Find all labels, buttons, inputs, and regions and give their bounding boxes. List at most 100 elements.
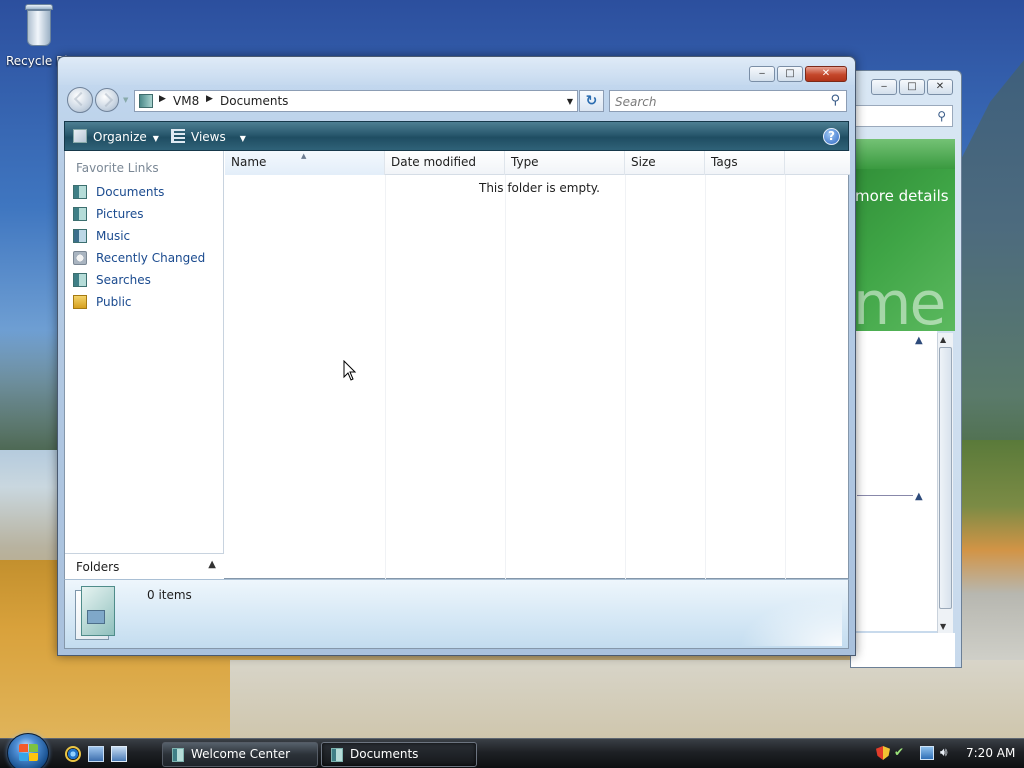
documents-icon <box>331 748 343 762</box>
chevron-down-icon: ▼ <box>239 134 246 143</box>
favorite-link-label: Searches <box>96 273 151 287</box>
breadcrumb-separator-icon[interactable]: ▶ <box>159 94 166 104</box>
searches-icon <box>73 273 87 287</box>
taskbar-button-label: Documents <box>350 747 419 761</box>
favorite-link-label: Public <box>96 295 132 309</box>
column-header-tags[interactable]: Tags <box>705 151 785 175</box>
network-icon[interactable] <box>920 746 934 760</box>
empty-folder-text: This folder is empty. <box>479 181 600 195</box>
favorite-link-pictures[interactable]: Pictures <box>71 203 221 225</box>
welcome-banner: more details me <box>851 139 955 331</box>
welcome-close-button[interactable]: ✕ <box>927 79 953 95</box>
chevron-up-icon[interactable]: ▲ <box>915 491 923 502</box>
welcome-banner-text: me <box>853 269 946 331</box>
search-input[interactable]: Search ⚲ <box>609 90 847 112</box>
taskbar: Welcome Center Documents ✔ 🔊︎ 7:20 AM <box>0 733 1024 768</box>
favorite-links-list: Documents Pictures Music Recently Change… <box>71 181 221 313</box>
favorite-link-searches[interactable]: Searches <box>71 269 221 291</box>
column-divider <box>625 175 626 579</box>
internet-explorer-icon[interactable] <box>65 746 81 762</box>
views-icon <box>171 129 185 143</box>
chevron-up-icon[interactable]: ▲ <box>915 335 923 346</box>
security-shield-icon[interactable] <box>876 746 890 760</box>
search-placeholder: Search <box>615 95 657 109</box>
organize-icon <box>73 129 87 143</box>
column-divider <box>505 175 506 579</box>
favorite-link-documents[interactable]: Documents <box>71 181 221 203</box>
refresh-button[interactable]: ↻ <box>579 90 604 112</box>
clock[interactable]: 7:20 AM <box>966 746 1015 760</box>
notification-area: ✔ 🔊︎ 7:20 AM <box>870 739 1024 768</box>
column-header-type[interactable]: Type <box>505 151 625 175</box>
folders-label: Folders <box>76 560 120 574</box>
wallpaper-water <box>230 660 1024 738</box>
empty-folder-message: This folder is empty. <box>225 181 850 195</box>
column-header-label: Type <box>511 155 539 169</box>
taskbar-button-label: Welcome Center <box>191 747 291 761</box>
organize-label: Organize <box>93 130 147 144</box>
column-header-label: Tags <box>711 155 738 169</box>
details-pane: 0 items <box>64 579 849 649</box>
welcome-title-buttons: ‒ □ ✕ <box>871 79 953 95</box>
switch-windows-icon[interactable] <box>111 746 127 762</box>
documents-folder-icon <box>75 586 119 644</box>
explorer-body: Favorite Links Documents Pictures Music … <box>64 151 850 579</box>
start-button[interactable] <box>7 733 49 768</box>
column-header-label: Name <box>231 155 267 169</box>
maximize-button[interactable]: □ <box>777 66 803 82</box>
details-decoration <box>722 586 842 646</box>
column-header-label: Date modified <box>391 155 477 169</box>
favorite-link-label: Music <box>96 229 131 243</box>
favorite-link-label: Documents <box>96 185 165 199</box>
recent-pages-dropdown-icon[interactable]: ▼ <box>123 96 128 104</box>
recycle-bin-icon <box>21 4 57 48</box>
breadcrumb-vm8[interactable]: VM8 <box>173 94 199 108</box>
search-icon[interactable]: ⚲ <box>830 93 840 108</box>
wallpaper-right-field <box>954 440 1024 660</box>
column-header-label: Size <box>631 155 656 169</box>
recently-changed-icon <box>73 251 87 265</box>
close-button[interactable]: ✕ <box>805 66 847 82</box>
welcome-minimize-button[interactable]: ‒ <box>871 79 897 95</box>
scroll-up-arrow-icon[interactable]: ▲ <box>940 335 946 344</box>
folders-toggle[interactable]: Folders ▲ <box>65 553 224 579</box>
address-bar[interactable]: ▶ VM8 ▶ Documents ▼ <box>134 90 578 112</box>
more-details-link[interactable]: more details <box>855 187 949 205</box>
back-button[interactable] <box>67 87 93 113</box>
chevron-up-icon: ▲ <box>208 559 216 570</box>
volume-icon[interactable]: 🔊︎ <box>940 745 954 759</box>
address-dropdown-icon[interactable]: ▼ <box>567 97 573 106</box>
taskbar-button-welcome-center[interactable]: Welcome Center <box>162 742 318 767</box>
scroll-down-arrow-icon[interactable]: ▼ <box>940 622 946 631</box>
help-icon[interactable]: ? <box>823 128 840 145</box>
welcome-center-window[interactable]: ‒ □ ✕ ⚲ more details me ▲ ▲ ▲ ▼ <box>850 70 962 668</box>
forward-button[interactable] <box>95 88 119 112</box>
column-divider <box>705 175 706 579</box>
favorite-link-music[interactable]: Music <box>71 225 221 247</box>
minimize-button[interactable]: ‒ <box>749 66 775 82</box>
column-header-size[interactable]: Size <box>625 151 705 175</box>
show-desktop-icon[interactable] <box>88 746 104 762</box>
column-header-name[interactable]: ▲ Name <box>225 151 385 175</box>
welcome-vertical-scrollbar[interactable]: ▲ ▼ <box>937 333 953 633</box>
update-check-icon[interactable]: ✔ <box>894 745 908 759</box>
music-icon <box>73 229 87 243</box>
welcome-search-box[interactable]: ⚲ <box>851 105 953 127</box>
favorite-link-recently-changed[interactable]: Recently Changed <box>71 247 221 269</box>
taskbar-button-documents[interactable]: Documents <box>321 742 477 767</box>
public-folder-icon <box>73 295 87 309</box>
views-button[interactable]: Views ▼ <box>171 129 246 144</box>
pictures-icon <box>73 207 87 221</box>
windows-logo-icon <box>19 744 39 762</box>
scrollbar-thumb[interactable] <box>939 347 952 609</box>
welcome-maximize-button[interactable]: □ <box>899 79 925 95</box>
favorite-link-public[interactable]: Public <box>71 291 221 313</box>
column-header-date-modified[interactable]: Date modified <box>385 151 505 175</box>
organize-button[interactable]: Organize ▼ <box>73 129 159 144</box>
documents-window[interactable]: ‒ □ ✕ ▼ ▶ VM8 ▶ Documents ▼ ↻ Search ⚲ O… <box>57 56 856 656</box>
file-list-pane[interactable]: ▲ Name Date modified Type Size Tags This … <box>225 151 850 579</box>
breadcrumb-documents[interactable]: Documents <box>220 94 288 108</box>
breadcrumb-separator-icon[interactable]: ▶ <box>206 94 213 104</box>
folder-icon <box>139 94 153 108</box>
item-count: 0 items <box>147 588 192 602</box>
